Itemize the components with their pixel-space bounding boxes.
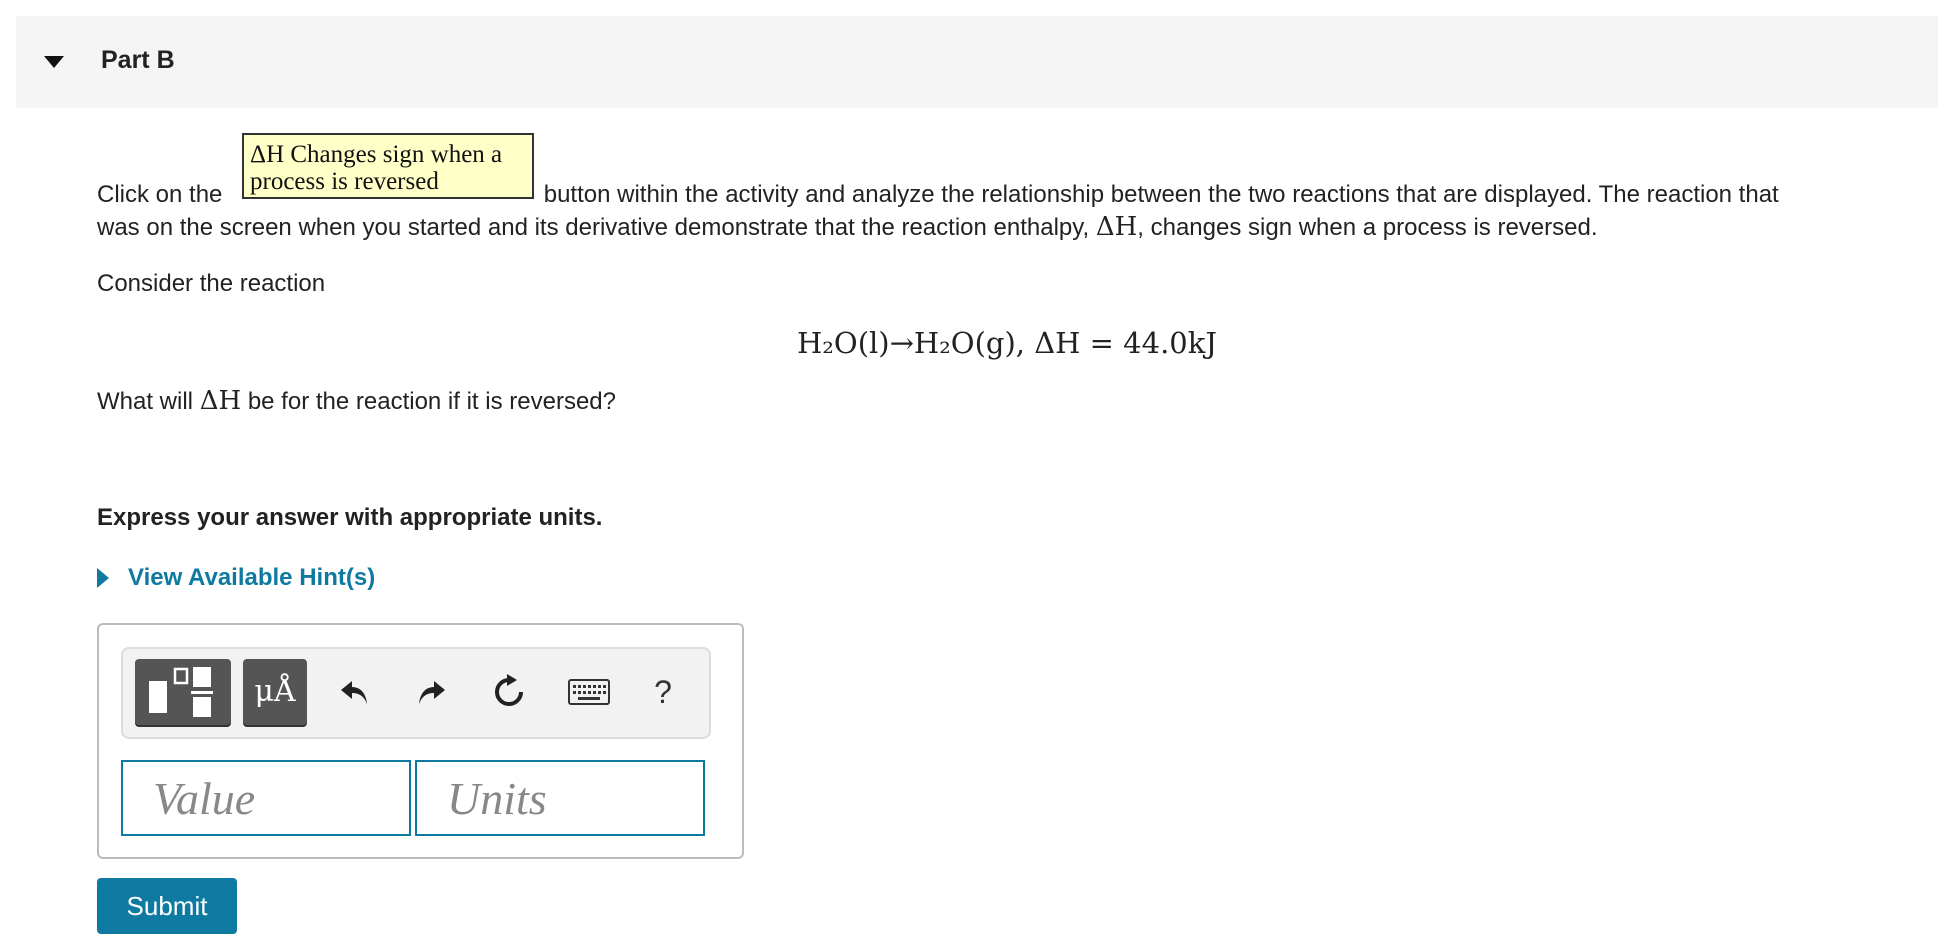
reaction-equation: H₂O(l)→H₂O(g), ΔH = 44.0kJ xyxy=(797,326,1217,360)
delta-h-changes-sign-button[interactable]: ΔH Changes sign when a process is revers… xyxy=(242,133,534,199)
templates-icon xyxy=(149,667,213,717)
value-input[interactable] xyxy=(121,760,411,836)
delta-h-symbol: ΔH xyxy=(1095,212,1138,242)
question-prefix: What will xyxy=(97,388,194,415)
caret-down-icon[interactable] xyxy=(42,52,66,72)
part-header xyxy=(16,16,1938,108)
reset-icon xyxy=(495,674,523,706)
redo-icon xyxy=(419,681,445,704)
reset-button[interactable] xyxy=(485,659,533,725)
keyboard-icon xyxy=(568,679,610,705)
intro-prefix: Click on the xyxy=(97,181,223,208)
intro-line2-a: was on the screen when you started and i… xyxy=(97,214,1090,241)
view-hints-label: View Available Hint(s) xyxy=(128,564,376,591)
question-text: What will ΔH be for the reaction if it i… xyxy=(97,386,616,416)
symbols-button[interactable]: μÅ xyxy=(243,659,307,725)
units-input[interactable] xyxy=(415,760,705,836)
keyboard-button[interactable] xyxy=(561,659,617,725)
delta-h-symbol-question: ΔH xyxy=(199,386,242,416)
undo-button[interactable] xyxy=(331,659,379,725)
templates-button[interactable] xyxy=(135,659,231,725)
math-toolbar: μÅ ? xyxy=(121,647,711,739)
submit-button[interactable]: Submit xyxy=(97,878,237,934)
help-button[interactable]: ? xyxy=(639,659,687,725)
undo-icon xyxy=(341,681,367,704)
intro-line2-b: , changes sign when a process is reverse… xyxy=(1137,214,1598,241)
activity-button-line1: ΔH Changes sign when a xyxy=(250,141,503,168)
answer-box: μÅ ? Value Units xyxy=(97,623,744,859)
intro-text-line2: was on the screen when you started and i… xyxy=(97,212,1598,243)
consider-text: Consider the reaction xyxy=(97,270,326,297)
intro-suffix: button within the activity and analyze t… xyxy=(543,181,1779,208)
caret-right-icon xyxy=(97,568,109,588)
part-title: Part B xyxy=(101,46,175,74)
view-hints-link[interactable]: View Available Hint(s) xyxy=(97,564,375,592)
redo-button[interactable] xyxy=(407,659,455,725)
activity-button-line2: process is reversed xyxy=(250,168,439,195)
question-suffix: be for the reaction if it is reversed? xyxy=(247,388,616,415)
express-instruction: Express your answer with appropriate uni… xyxy=(97,504,603,531)
